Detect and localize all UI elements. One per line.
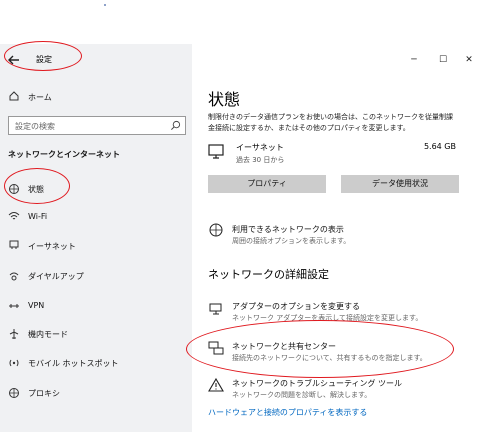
description-line-2: 金接続に設定するか、またはその他のプロパティを変更します。 [208,124,410,132]
hotspot-icon [9,359,19,367]
annotation-circle-sharing [186,320,454,378]
network-globe-icon [209,223,223,237]
section-title: ネットワークとインターネット [8,150,120,159]
troubleshooter-link[interactable]: ネットワークのトラブルシューティング ツール [232,378,402,389]
network-name: イーサネット [236,143,284,152]
airplane-icon [9,329,19,339]
home-icon [9,91,19,101]
vpn-icon [9,304,19,308]
adapter-options-link[interactable]: アダプターのオプションを変更する [232,301,360,312]
decorative-dot [104,4,106,6]
warning-icon [208,377,224,392]
sidebar-item-ethernet[interactable]: イーサネット [28,241,76,252]
search-icon[interactable] [170,120,181,131]
sidebar-item-wifi[interactable]: Wi-Fi [28,212,47,221]
sidebar-item-dialup[interactable]: ダイヤルアップ [28,271,84,282]
available-networks-desc: 周囲の接続オプションを表示します。 [232,237,351,245]
ethernet-icon [9,240,19,249]
search-placeholder: 設定の検索 [15,122,55,131]
close-button[interactable]: ✕ [462,54,476,66]
available-networks-link[interactable]: 利用できるネットワークの表示 [232,224,344,235]
sidebar-item-proxy[interactable]: プロキシ [28,388,60,399]
sidebar-item-home[interactable]: ホーム [28,92,52,103]
page-title: 状態 [208,90,241,109]
annotation-circle-title [4,41,82,71]
data-usage-button[interactable]: データ使用状況 [341,175,459,193]
minimize-button[interactable]: ─ [407,54,421,66]
annotation-circle-status [4,168,70,204]
troubleshooter-desc: ネットワークの問題を診断し、解決します。 [232,391,372,399]
wifi-icon [8,212,20,220]
network-usage: 5.64 GB [423,142,456,151]
sidebar-item-vpn[interactable]: VPN [28,301,44,310]
sidebar-item-airplane-mode[interactable]: 機内モード [28,329,68,340]
adapter-icon [209,303,222,315]
description-line-1: 制限付きのデータ通信プランをお使いの場合は、このネットワークを従量制課 [208,113,453,121]
proxy-icon [9,388,19,398]
search-input[interactable]: 設定の検索 [8,116,186,135]
advanced-settings-heading: ネットワークの詳細設定 [208,268,329,281]
hardware-properties-link[interactable]: ハードウェアと接続のプロパティを表示する [208,407,367,418]
computer-icon [208,144,224,159]
network-period: 過去 30 日から [236,156,285,164]
dialup-icon [9,272,19,281]
properties-button[interactable]: プロパティ [208,175,326,193]
maximize-button[interactable]: ☐ [436,54,450,66]
sidebar-item-hotspot[interactable]: モバイル ホットスポット [28,358,119,369]
